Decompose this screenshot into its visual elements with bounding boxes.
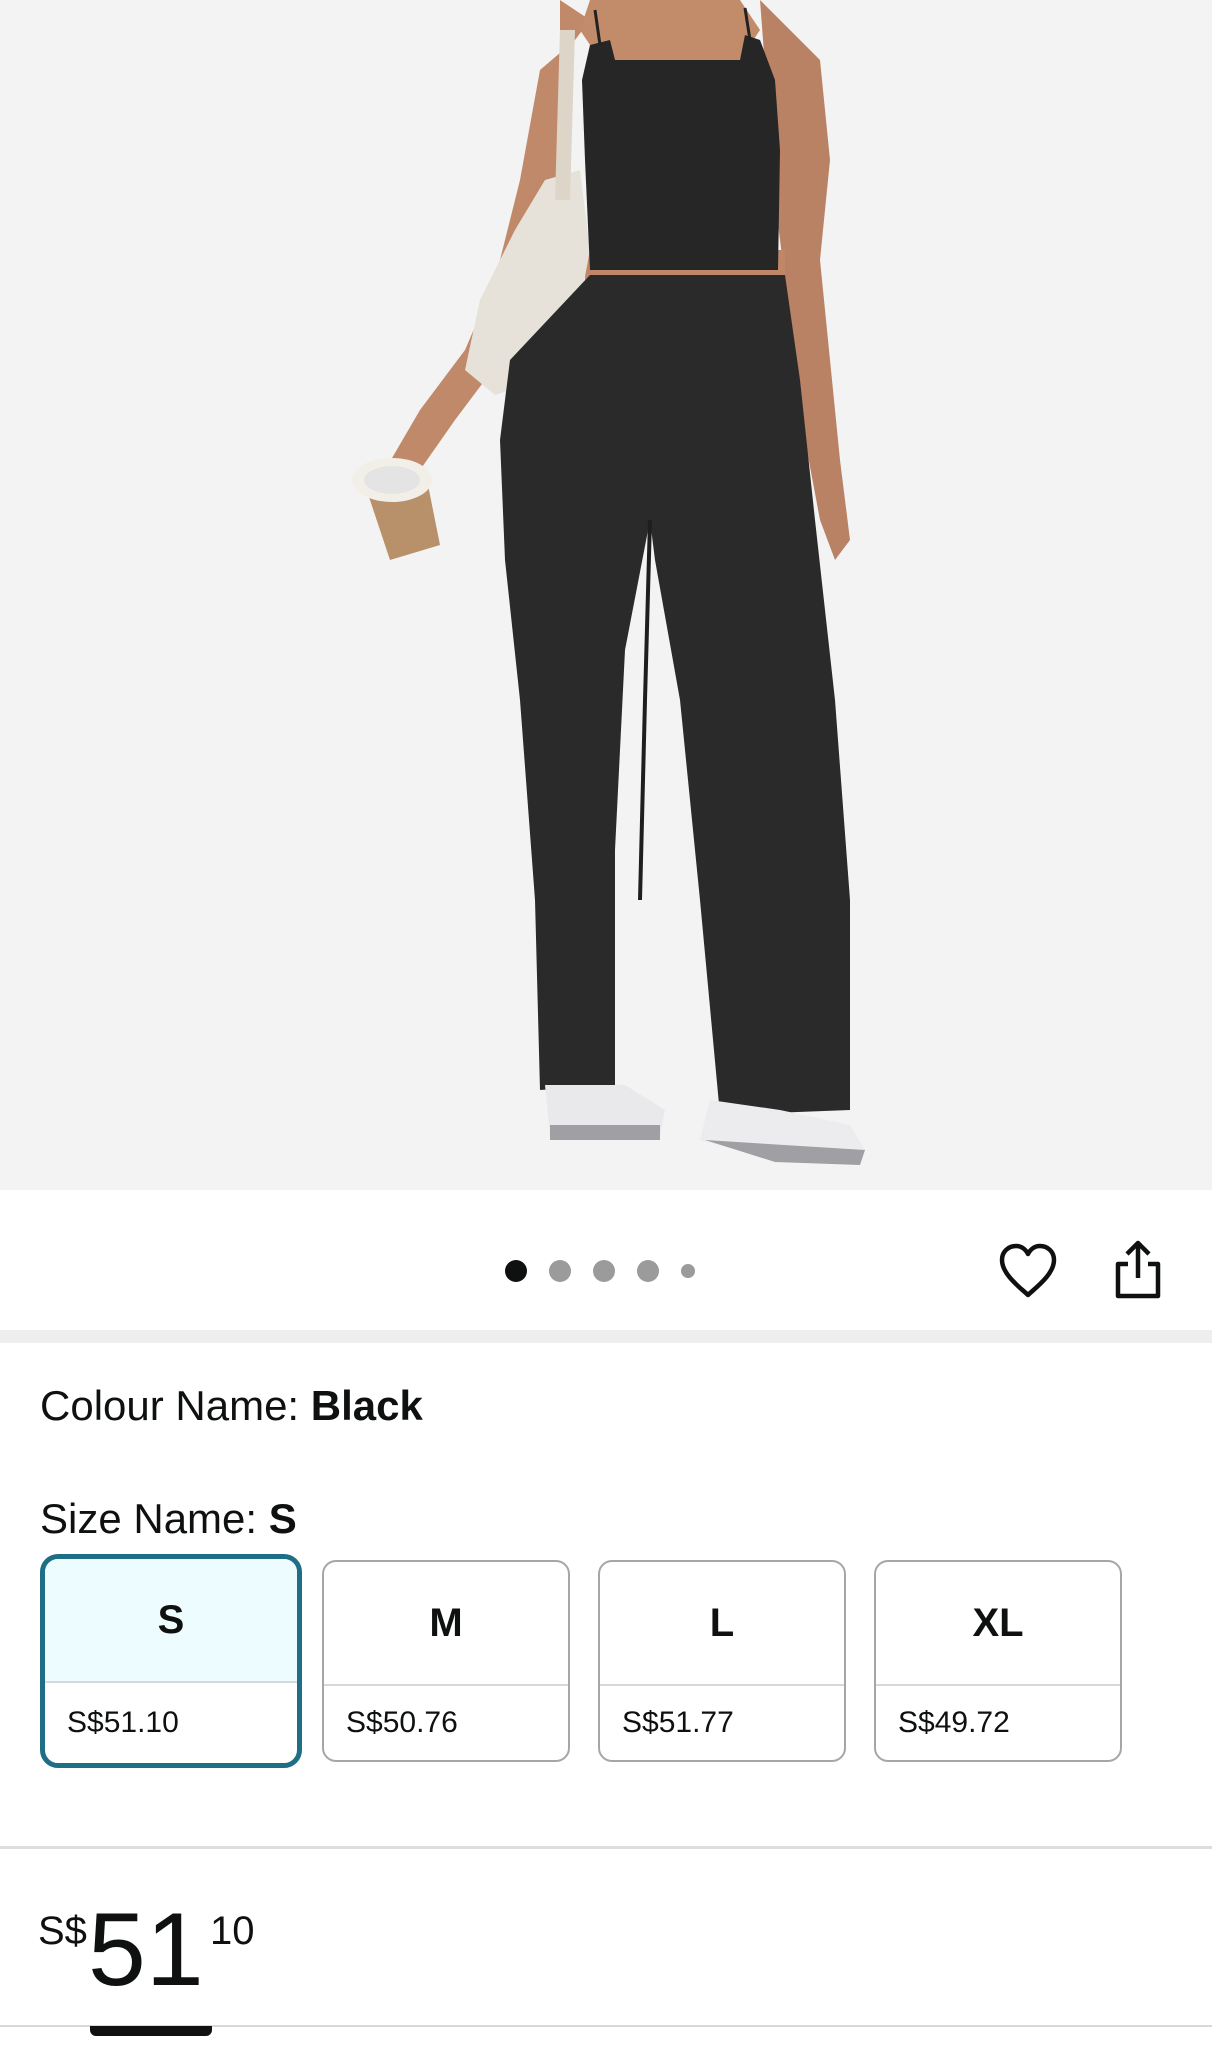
price-fraction: 10 [210, 1909, 255, 1953]
section-divider [0, 1330, 1212, 1343]
heart-icon [999, 1243, 1057, 1298]
size-options: S S$51.10 M S$50.76 L S$51.77 XL S$49.72 [40, 1554, 1122, 1768]
wishlist-button[interactable] [995, 1240, 1061, 1302]
colour-value: Black [310, 1382, 423, 1429]
pagination-dot[interactable] [505, 1260, 527, 1282]
product-image [352, 0, 865, 1165]
size-option-s[interactable]: S S$51.10 [40, 1554, 302, 1768]
pagination-dot[interactable] [593, 1260, 615, 1282]
size-option-l[interactable]: L S$51.77 [598, 1560, 846, 1762]
size-option-xl[interactable]: XL S$49.72 [874, 1560, 1122, 1762]
size-name: Size Name: S [40, 1495, 297, 1543]
size-option-price: S$49.72 [898, 1706, 1010, 1739]
product-image-gallery[interactable] [0, 0, 1212, 1190]
pagination-dot[interactable] [681, 1264, 695, 1278]
size-option-label: M [324, 1562, 568, 1686]
share-button[interactable] [1110, 1238, 1166, 1302]
size-option-price: S$51.10 [67, 1706, 179, 1739]
section-divider [0, 1846, 1212, 1849]
colour-name: Colour Name: Black [40, 1382, 423, 1430]
size-option-label: L [600, 1562, 844, 1686]
size-option-m[interactable]: M S$50.76 [322, 1560, 570, 1762]
pagination-dot[interactable] [549, 1260, 571, 1282]
size-value: S [268, 1495, 297, 1542]
bottom-tab-indicator [90, 2026, 212, 2036]
size-option-label: S [45, 1559, 297, 1683]
colour-label: Colour Name: [40, 1382, 311, 1429]
share-icon [1115, 1240, 1161, 1299]
price-currency-symbol: S$ [38, 1909, 87, 1953]
size-option-label: XL [876, 1562, 1120, 1686]
size-option-price: S$50.76 [346, 1706, 458, 1739]
size-label: Size Name: [40, 1495, 269, 1542]
pagination-dot[interactable] [637, 1260, 659, 1282]
gallery-pagination [505, 1260, 695, 1282]
size-option-price: S$51.77 [622, 1706, 734, 1739]
price-whole: 51 [88, 1892, 204, 2008]
